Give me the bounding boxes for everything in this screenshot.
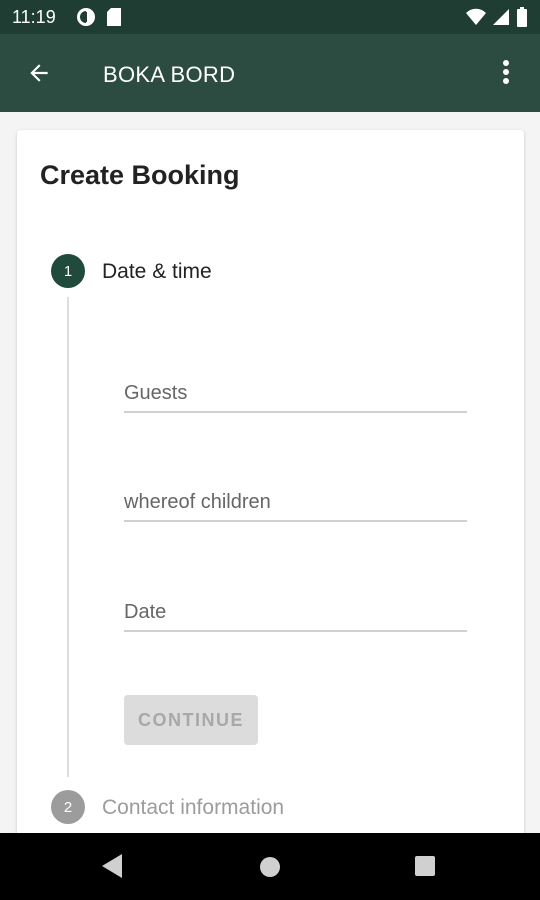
recents-square-icon[interactable] xyxy=(414,855,436,882)
children-field xyxy=(124,466,467,522)
back-triangle-icon[interactable] xyxy=(100,853,124,884)
overflow-menu-button[interactable] xyxy=(494,58,518,90)
more-vert-icon xyxy=(502,59,510,90)
app-bar: BOKA BORD xyxy=(0,34,540,112)
date-field xyxy=(124,576,467,632)
page-title: Create Booking xyxy=(40,160,240,190)
sd-card-icon xyxy=(106,7,122,32)
wifi-icon xyxy=(466,8,486,31)
step-1-number: 1 xyxy=(51,254,85,288)
status-right-icons xyxy=(466,7,528,32)
arrow-left-icon xyxy=(26,60,52,91)
step-2-label[interactable]: Contact information xyxy=(102,796,284,820)
data-saver-icon xyxy=(76,7,96,32)
step-2-number: 2 xyxy=(51,790,85,824)
guests-field xyxy=(124,357,467,413)
home-circle-icon[interactable] xyxy=(259,856,281,883)
guests-input[interactable] xyxy=(124,382,467,405)
step-1-label[interactable]: Date & time xyxy=(102,260,212,284)
app-title: BOKA BORD xyxy=(103,62,236,87)
status-left-icons xyxy=(76,7,122,32)
system-nav-bar xyxy=(0,833,540,900)
booking-card: Create Booking 1 Date & time CONTINUE 2 … xyxy=(17,130,524,850)
signal-icon xyxy=(492,8,510,31)
step-connector xyxy=(67,297,69,777)
back-button[interactable] xyxy=(22,58,56,92)
children-input[interactable] xyxy=(124,491,467,514)
date-input[interactable] xyxy=(124,601,467,624)
continue-button[interactable]: CONTINUE xyxy=(124,695,258,745)
battery-icon xyxy=(516,7,528,32)
status-time: 11:19 xyxy=(12,7,56,27)
status-bar: 11:19 xyxy=(0,0,540,34)
